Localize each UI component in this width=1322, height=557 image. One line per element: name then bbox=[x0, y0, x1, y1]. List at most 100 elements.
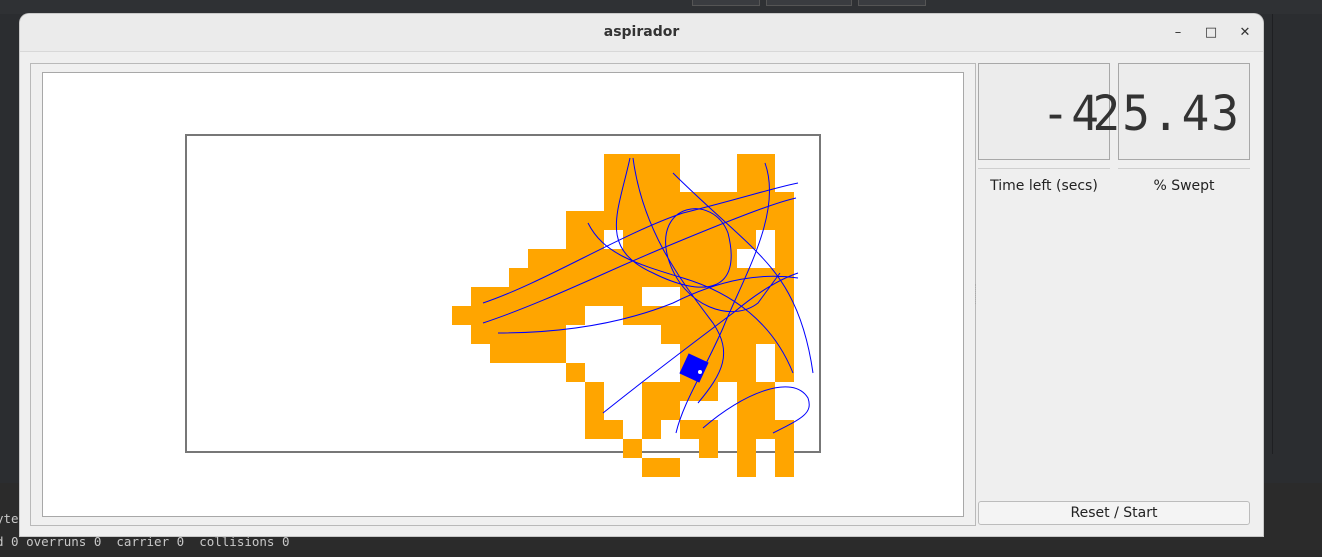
swept-cell bbox=[699, 325, 718, 344]
app-window: aspirador – □ ✕ -4 25.43 Time left (secs… bbox=[20, 14, 1263, 536]
swept-cell bbox=[775, 211, 794, 230]
swept-cell bbox=[528, 344, 547, 363]
swept-cell bbox=[699, 230, 718, 249]
terminal-line: d 0 overruns 0 carrier 0 collisions 0 bbox=[0, 534, 290, 549]
swept-cell bbox=[623, 230, 642, 249]
swept-cell bbox=[737, 401, 756, 420]
swept-cell bbox=[566, 230, 585, 249]
swept-cell bbox=[528, 249, 547, 268]
swept-value: 25.43 bbox=[1092, 84, 1241, 142]
swept-cell bbox=[661, 268, 680, 287]
swept-cell bbox=[680, 382, 699, 401]
swept-cell bbox=[661, 173, 680, 192]
swept-cell bbox=[737, 230, 756, 249]
swept-cell bbox=[718, 325, 737, 344]
swept-cell bbox=[566, 363, 585, 382]
swept-cell bbox=[756, 382, 775, 401]
swept-cell bbox=[642, 382, 661, 401]
swept-cell bbox=[680, 306, 699, 325]
background-divider bbox=[1272, 14, 1273, 454]
swept-cell bbox=[775, 306, 794, 325]
swept-cell bbox=[680, 249, 699, 268]
swept-cell bbox=[642, 458, 661, 477]
swept-cell bbox=[756, 420, 775, 439]
reset-start-button[interactable]: Reset / Start bbox=[978, 501, 1250, 525]
swept-cell bbox=[775, 287, 794, 306]
background-tab bbox=[692, 0, 760, 6]
swept-cell bbox=[775, 439, 794, 458]
swept-cell bbox=[490, 325, 509, 344]
time-left-label: Time left (secs) bbox=[990, 178, 1098, 194]
swept-cell bbox=[509, 287, 528, 306]
swept-cell bbox=[566, 268, 585, 287]
swept-cell bbox=[547, 287, 566, 306]
swept-cell bbox=[528, 287, 547, 306]
minimize-button[interactable]: – bbox=[1169, 24, 1187, 42]
swept-cell bbox=[528, 306, 547, 325]
robot-marker bbox=[698, 370, 702, 374]
swept-cell bbox=[490, 344, 509, 363]
swept-cell bbox=[775, 230, 794, 249]
swept-cell bbox=[718, 363, 737, 382]
swept-cell bbox=[547, 306, 566, 325]
swept-cell bbox=[604, 249, 623, 268]
maximize-button[interactable]: □ bbox=[1202, 24, 1220, 42]
swept-cell bbox=[623, 268, 642, 287]
divider bbox=[978, 168, 1110, 169]
swept-cell bbox=[471, 287, 490, 306]
swept-cell bbox=[775, 249, 794, 268]
swept-cell bbox=[661, 401, 680, 420]
swept-cell bbox=[509, 344, 528, 363]
swept-cell bbox=[737, 154, 756, 173]
swept-cell bbox=[737, 458, 756, 477]
close-button[interactable]: ✕ bbox=[1236, 24, 1254, 42]
swept-cell bbox=[471, 325, 490, 344]
swept-cell bbox=[661, 306, 680, 325]
background-editor-top bbox=[0, 0, 1322, 14]
swept-cell bbox=[775, 420, 794, 439]
swept-cell bbox=[661, 382, 680, 401]
swept-cell bbox=[604, 211, 623, 230]
swept-cell bbox=[680, 287, 699, 306]
swept-cell bbox=[452, 306, 471, 325]
swept-cell bbox=[661, 154, 680, 173]
swept-cell bbox=[756, 401, 775, 420]
swept-cell bbox=[680, 420, 699, 439]
swept-cell bbox=[604, 192, 623, 211]
swept-cell bbox=[604, 173, 623, 192]
swept-cell bbox=[642, 173, 661, 192]
swept-cell bbox=[775, 458, 794, 477]
swept-label: % Swept bbox=[1153, 178, 1215, 194]
swept-cell bbox=[661, 458, 680, 477]
swept-cell bbox=[528, 325, 547, 344]
swept-cell bbox=[623, 439, 642, 458]
swept-cell bbox=[585, 420, 604, 439]
swept-cell bbox=[471, 306, 490, 325]
simulation-canvas bbox=[42, 72, 964, 517]
swept-cell bbox=[566, 306, 585, 325]
swept-cell bbox=[661, 192, 680, 211]
swept-cell bbox=[547, 344, 566, 363]
swept-cell bbox=[775, 325, 794, 344]
swept-cell bbox=[642, 154, 661, 173]
swept-cell bbox=[718, 344, 737, 363]
splitter-handle[interactable] bbox=[975, 284, 979, 304]
swept-cell bbox=[585, 211, 604, 230]
swept-cell bbox=[737, 344, 756, 363]
swept-cell bbox=[604, 420, 623, 439]
swept-cell bbox=[604, 154, 623, 173]
swept-cell bbox=[642, 211, 661, 230]
terminal-line: yte bbox=[0, 511, 19, 526]
swept-cell bbox=[661, 325, 680, 344]
swept-cell bbox=[756, 287, 775, 306]
swept-cell bbox=[566, 287, 585, 306]
swept-cell bbox=[623, 192, 642, 211]
swept-cell bbox=[547, 325, 566, 344]
swept-cell bbox=[585, 401, 604, 420]
swept-cell bbox=[661, 230, 680, 249]
swept-cell bbox=[699, 249, 718, 268]
swept-lcd: 25.43 bbox=[1093, 63, 1250, 160]
swept-cell bbox=[756, 306, 775, 325]
swept-cell bbox=[547, 249, 566, 268]
swept-cell bbox=[623, 211, 642, 230]
